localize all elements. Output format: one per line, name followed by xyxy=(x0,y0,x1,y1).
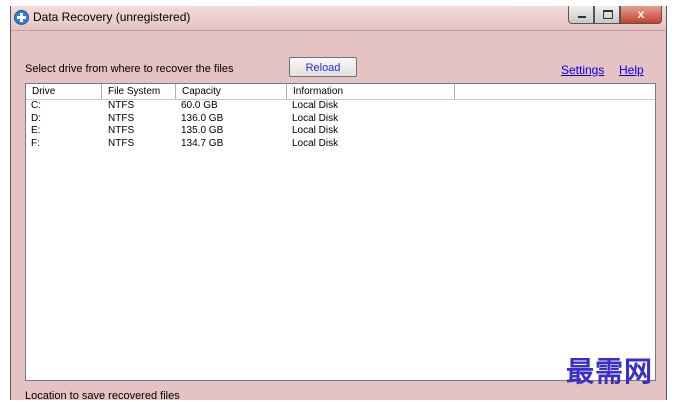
drive-list-header: Drive File System Capacity Information xyxy=(26,84,655,100)
select-drive-label: Select drive from where to recover the f… xyxy=(25,63,234,75)
window-title: Data Recovery (unregistered) xyxy=(33,10,191,24)
file-system-cell: NTFS xyxy=(108,137,135,149)
caption-buttons: x xyxy=(568,6,662,24)
information-cell: Local Disk xyxy=(292,112,339,124)
save-location-label: Location to save recovered files xyxy=(25,390,180,402)
drive-cell: E: xyxy=(31,125,41,136)
drive-cell: C: xyxy=(31,100,41,111)
information-cell: Local Disk xyxy=(292,137,339,149)
table-row[interactable]: C: NTFS 60.0 GB Local Disk xyxy=(26,100,455,113)
capacity-cell: 136.0 GB xyxy=(181,112,224,124)
title-bar[interactable]: Data Recovery (unregistered) x xyxy=(11,6,666,30)
information-cell: Local Disk xyxy=(292,100,339,111)
close-button[interactable]: x xyxy=(620,6,662,24)
client-area: Select drive from where to recover the f… xyxy=(11,30,666,402)
file-system-cell: NTFS xyxy=(108,125,135,136)
table-row[interactable]: E: NTFS 135.0 GB Local Disk xyxy=(26,125,455,138)
file-system-cell: NTFS xyxy=(108,100,135,111)
capacity-cell: 135.0 GB xyxy=(181,125,224,136)
drive-cell: D: xyxy=(31,112,41,124)
help-link[interactable]: Help xyxy=(619,63,644,77)
settings-link[interactable]: Settings xyxy=(561,63,604,77)
column-header-file-system[interactable]: File System xyxy=(102,84,176,99)
file-system-cell: NTFS xyxy=(108,112,135,124)
capacity-cell: 60.0 GB xyxy=(181,100,218,111)
drive-cell: F: xyxy=(31,137,40,149)
reload-button[interactable]: Reload xyxy=(289,57,357,77)
watermark-logo: 最需网 xyxy=(566,355,654,388)
drive-list[interactable]: Drive File System Capacity Information C… xyxy=(25,83,656,381)
minimize-button[interactable] xyxy=(568,6,594,24)
drive-list-body: C: NTFS 60.0 GB Local Disk D: NTFS 136.0… xyxy=(26,100,455,150)
column-header-capacity[interactable]: Capacity xyxy=(176,84,287,99)
column-header-drive[interactable]: Drive xyxy=(26,84,102,99)
app-window: Data Recovery (unregistered) x Select dr… xyxy=(10,6,667,402)
capacity-cell: 134.7 GB xyxy=(181,137,224,149)
app-recovery-icon xyxy=(14,10,29,25)
table-row[interactable]: D: NTFS 136.0 GB Local Disk xyxy=(26,113,455,126)
table-row[interactable]: F: NTFS 134.7 GB Local Disk xyxy=(26,138,455,151)
maximize-button[interactable] xyxy=(594,6,620,24)
information-cell: Local Disk xyxy=(292,125,339,136)
column-header-information[interactable]: Information xyxy=(287,84,455,99)
